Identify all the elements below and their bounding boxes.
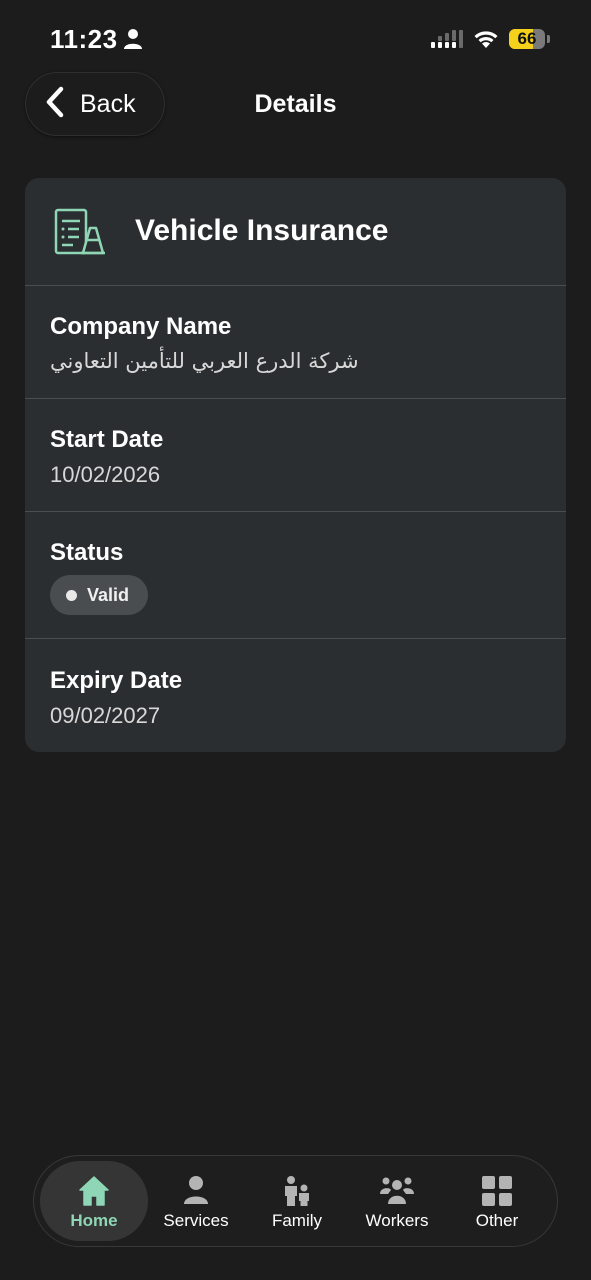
family-icon bbox=[243, 1175, 351, 1209]
start-date-label: Start Date bbox=[50, 426, 164, 453]
screen: 11:23 66 Back Details Vehicle Insurance … bbox=[0, 0, 591, 1280]
expiry-date-label: Expiry Date bbox=[50, 667, 183, 694]
status-badge: Valid bbox=[50, 575, 148, 615]
nav-home[interactable]: Home bbox=[40, 1161, 148, 1241]
nav-services[interactable]: Services bbox=[142, 1161, 250, 1241]
divider bbox=[25, 638, 566, 639]
company-name-label: Company Name bbox=[50, 313, 232, 340]
wifi-icon bbox=[473, 29, 499, 54]
nav-family[interactable]: Family bbox=[243, 1161, 351, 1241]
nav-other-label: Other bbox=[475, 1211, 519, 1230]
home-icon bbox=[40, 1175, 148, 1209]
divider bbox=[25, 285, 566, 286]
battery-percentage: 66 bbox=[517, 29, 537, 48]
status-time: 11:23 bbox=[50, 24, 118, 54]
grid-icon bbox=[443, 1175, 551, 1209]
expiry-date-value: 09/02/2027 bbox=[50, 703, 161, 728]
status-bar: 11:23 66 bbox=[0, 0, 591, 78]
cellular-signal-icon bbox=[431, 30, 463, 53]
nav-workers[interactable]: Workers bbox=[343, 1161, 451, 1241]
page-title: Details bbox=[254, 90, 337, 118]
battery-indicator: 66 bbox=[509, 29, 545, 49]
person-icon bbox=[123, 28, 143, 55]
card-header: Vehicle Insurance bbox=[25, 178, 566, 286]
divider bbox=[25, 511, 566, 512]
nav-other[interactable]: Other bbox=[443, 1161, 551, 1241]
status-badge-text: Valid bbox=[87, 584, 130, 605]
company-name-value: شركة الدرع العربي للتأمين التعاوني bbox=[50, 349, 359, 373]
status-dot bbox=[66, 589, 77, 601]
start-date-value: 10/02/2026 bbox=[50, 462, 161, 487]
battery-cap bbox=[547, 35, 550, 43]
document-cone-icon bbox=[53, 206, 107, 263]
status-label: Status bbox=[50, 539, 124, 566]
nav-workers-label: Workers bbox=[365, 1211, 429, 1230]
card-title: Vehicle Insurance bbox=[135, 214, 389, 247]
bottom-navigation: Home Services Family Workers Other bbox=[33, 1155, 558, 1247]
workers-icon bbox=[343, 1175, 451, 1209]
divider bbox=[25, 398, 566, 399]
nav-family-label: Family bbox=[271, 1211, 323, 1230]
nav-home-label: Home bbox=[70, 1211, 118, 1230]
nav-services-label: Services bbox=[163, 1211, 229, 1230]
insurance-details-card: Vehicle Insurance Company Name شركة الدر… bbox=[25, 178, 566, 752]
person-icon bbox=[142, 1175, 250, 1209]
